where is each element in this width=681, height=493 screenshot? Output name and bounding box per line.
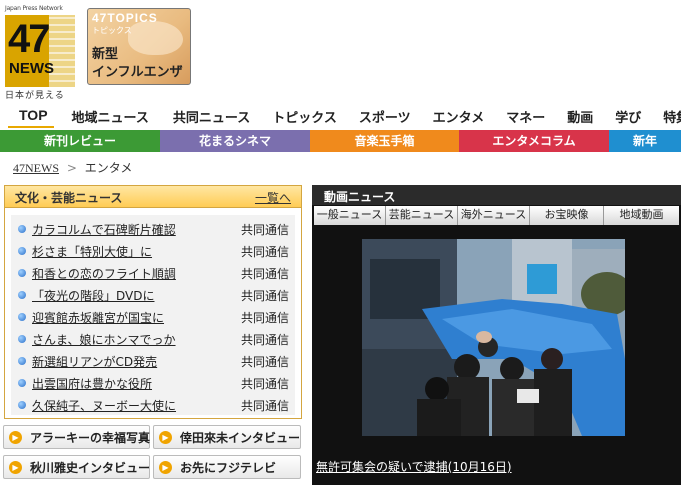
promo-koda-interview[interactable]: ▶ 倖田來未インタビュー xyxy=(153,425,301,449)
bullet-icon xyxy=(18,401,26,409)
subnav-book-review[interactable]: 新刊レビュー xyxy=(0,130,160,152)
video-caption-link[interactable]: 無許可集会の疑いで逮捕(10月16日) xyxy=(316,458,512,475)
nav-sports[interactable]: スポーツ xyxy=(359,106,411,126)
news-item[interactable]: 迎賓館赤坂離宮が国宝に 共同通信 xyxy=(15,306,291,328)
video-news-panel: 動画ニュース 一般ニュース 芸能ニュース 海外ニュース お宝映像 地域動画 無許… xyxy=(312,185,681,485)
logo-number: 47 xyxy=(8,17,50,61)
video-tabs: 一般ニュース 芸能ニュース 海外ニュース お宝映像 地域動画 xyxy=(314,206,679,225)
tab-general-news[interactable]: 一般ニュース xyxy=(314,206,386,225)
logo-tagline: Japan Press Network xyxy=(5,5,63,12)
news-item-title[interactable]: 「夜光の階段」DVDに xyxy=(32,287,154,304)
video-player[interactable] xyxy=(362,239,625,436)
culture-news-panel: 文化・芸能ニュース 一覧へ カラコルムで石碑断片確認 共同通信 杉さま「特別大使」… xyxy=(4,185,302,419)
breadcrumb-current: エンタメ xyxy=(84,161,133,175)
japan-map-icon xyxy=(128,21,183,55)
news-item[interactable]: 和香との恋のフライト順調 共同通信 xyxy=(15,262,291,284)
news-item[interactable]: 久保純子、ヌーボー大使に 共同通信 xyxy=(15,394,291,416)
news-item-title[interactable]: 和香との恋のフライト順調 xyxy=(32,265,176,282)
news-item-source: 共同通信 xyxy=(240,398,289,413)
bullet-icon xyxy=(18,313,26,321)
banner-subtitle: トピックス xyxy=(92,26,132,35)
nav-video[interactable]: 動画 xyxy=(567,106,593,126)
site-logo[interactable]: Japan Press Network 47 NEWS 日本が見える xyxy=(5,5,79,101)
bullet-icon xyxy=(18,335,26,343)
promo-label: 倖田來未インタビュー xyxy=(180,430,301,445)
arrow-right-icon: ▶ xyxy=(159,460,172,474)
culture-news-title: 文化・芸能ニュース xyxy=(15,191,123,205)
news-item[interactable]: 出雲国府は豊かな役所 共同通信 xyxy=(15,372,291,394)
video-news-header: 動画ニュース xyxy=(312,185,681,205)
promo-fuji-tv[interactable]: ▶ お先にフジテレビ xyxy=(153,455,301,479)
nav-kyodo-news[interactable]: 共同ニュース xyxy=(173,106,250,126)
subnav-music[interactable]: 音楽玉手箱 xyxy=(310,130,459,152)
topics-banner[interactable]: 47TOPICS トピックス 新型 インフルエンザ xyxy=(87,8,191,85)
news-item[interactable]: 新選組リアンがCD発売 共同通信 xyxy=(15,350,291,372)
tab-world-news[interactable]: 海外ニュース xyxy=(458,206,530,225)
news-item[interactable]: さんま、娘にホンマでっか 共同通信 xyxy=(15,328,291,350)
news-item[interactable]: カラコルムで石碑断片確認 共同通信 xyxy=(15,218,291,240)
arrow-right-icon: ▶ xyxy=(9,430,22,444)
news-item-title[interactable]: 久保純子、ヌーボー大使に xyxy=(32,397,176,414)
news-item-source: 共同通信 xyxy=(240,354,289,369)
promo-label: アラーキーの幸福写真 xyxy=(30,430,151,445)
nav-top[interactable]: TOP xyxy=(19,106,48,126)
bullet-icon xyxy=(18,357,26,365)
bullet-icon xyxy=(18,247,26,255)
news-item-source: 共同通信 xyxy=(240,332,289,347)
promo-label: 秋川雅史インタビュー xyxy=(30,460,151,475)
news-item-title[interactable]: カラコルムで石碑断片確認 xyxy=(32,221,176,238)
banner-topic-line2: インフルエンザ xyxy=(92,65,183,80)
video-thumbnail xyxy=(362,239,625,436)
nav-active-indicator xyxy=(8,126,54,128)
culture-news-list: カラコルムで石碑断片確認 共同通信 杉さま「特別大使」に 共同通信 和香との恋のフラ… xyxy=(11,215,295,415)
video-news-title: 動画ニュース xyxy=(324,190,396,204)
news-item-title[interactable]: さんま、娘にホンマでっか xyxy=(32,331,176,348)
logo-word: NEWS xyxy=(9,60,54,77)
promo-label: お先にフジテレビ xyxy=(180,460,277,475)
bullet-icon xyxy=(18,379,26,387)
nav-learning[interactable]: 学び xyxy=(615,106,641,126)
tab-entertainment-news[interactable]: 芸能ニュース xyxy=(386,206,458,225)
news-item[interactable]: 「夜光の階段」DVDに 共同通信 xyxy=(15,284,291,306)
news-item-source: 共同通信 xyxy=(240,376,289,391)
news-item-source: 共同通信 xyxy=(240,266,289,281)
news-item-title[interactable]: 新選組リアンがCD発売 xyxy=(32,353,157,370)
news-item-source: 共同通信 xyxy=(240,222,289,237)
nav-features[interactable]: 特集 xyxy=(663,106,681,126)
bullet-icon xyxy=(18,291,26,299)
news-item-title[interactable]: 出雲国府は豊かな役所 xyxy=(32,375,152,392)
tab-treasure-videos[interactable]: お宝映像 xyxy=(530,206,604,225)
nav-local-news[interactable]: 地域ニュース xyxy=(72,106,149,126)
global-nav: TOP 地域ニュース 共同ニュース トピックス スポーツ エンタメ マネー 動画… xyxy=(0,106,681,126)
promo-araki-photo[interactable]: ▶ アラーキーの幸福写真 xyxy=(3,425,150,449)
arrow-right-icon: ▶ xyxy=(159,430,172,444)
banner-title: 47TOPICS xyxy=(92,11,158,25)
news-item-title[interactable]: 迎賓館赤坂離宮が国宝に xyxy=(32,309,164,326)
subnav-cinema[interactable]: 花まるシネマ xyxy=(160,130,310,152)
news-item-source: 共同通信 xyxy=(240,288,289,303)
nav-money[interactable]: マネー xyxy=(506,106,545,126)
arrow-right-icon: ▶ xyxy=(9,460,22,474)
nav-topics[interactable]: トピックス xyxy=(272,106,337,126)
tab-regional-videos[interactable]: 地域動画 xyxy=(604,206,679,225)
subnav-new-year[interactable]: 新年 xyxy=(609,130,681,152)
news-item-title[interactable]: 杉さま「特別大使」に xyxy=(32,243,152,260)
nav-entertainment[interactable]: エンタメ xyxy=(433,106,485,126)
breadcrumb-home[interactable]: 47NEWS xyxy=(13,161,59,175)
news-item-source: 共同通信 xyxy=(240,310,289,325)
bullet-icon xyxy=(18,225,26,233)
bullet-icon xyxy=(18,269,26,277)
news-item[interactable]: 杉さま「特別大使」に 共同通信 xyxy=(15,240,291,262)
breadcrumb-separator: > xyxy=(66,161,77,175)
culture-news-more-link[interactable]: 一覧へ xyxy=(255,189,291,206)
breadcrumb: 47NEWS > エンタメ xyxy=(13,159,132,176)
news-item-source: 共同通信 xyxy=(240,244,289,259)
culture-news-header: 文化・芸能ニュース 一覧へ xyxy=(5,186,301,208)
sub-nav: 新刊レビュー 花まるシネマ 音楽玉手箱 エンタメコラム 新年 xyxy=(0,130,681,152)
promo-akikawa-interview[interactable]: ▶ 秋川雅史インタビュー xyxy=(3,455,150,479)
logo-subtitle: 日本が見える xyxy=(5,91,65,101)
subnav-entertainment-column[interactable]: エンタメコラム xyxy=(459,130,609,152)
banner-topic-line1: 新型 xyxy=(92,47,119,62)
